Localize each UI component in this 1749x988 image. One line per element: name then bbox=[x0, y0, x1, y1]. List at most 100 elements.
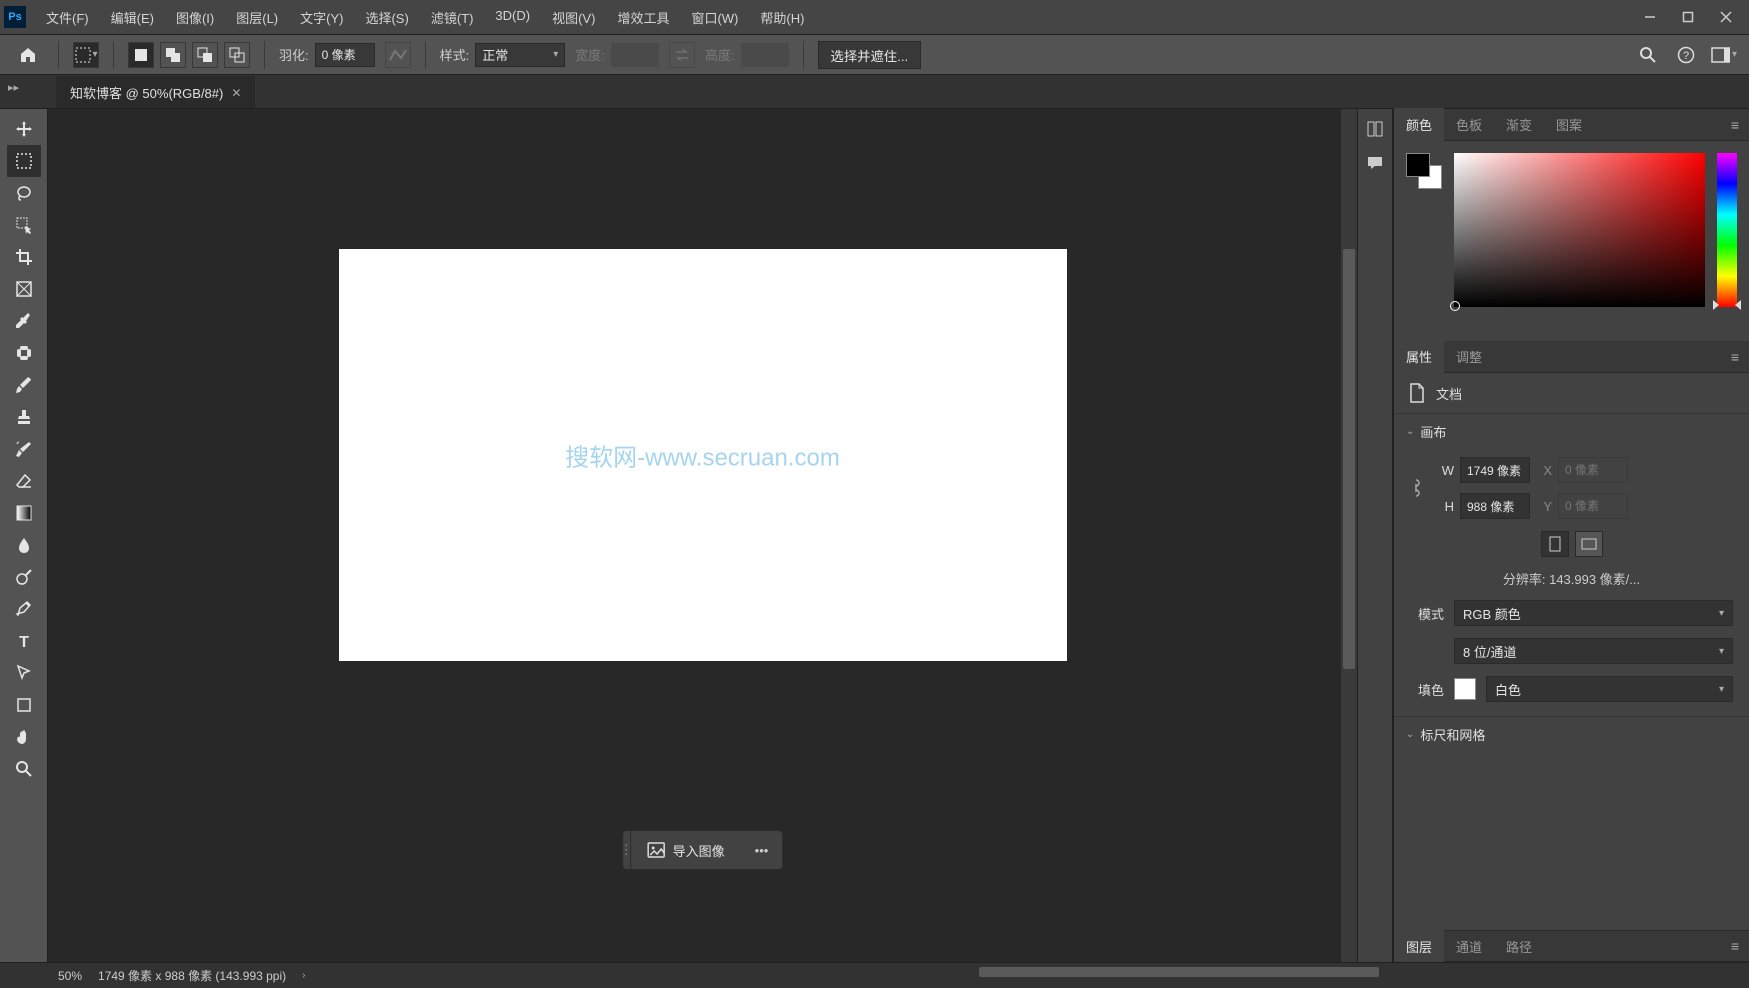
horizontal-scrollbar[interactable] bbox=[789, 967, 1389, 981]
selection-intersect-icon[interactable] bbox=[224, 42, 250, 68]
history-brush-tool[interactable] bbox=[7, 433, 41, 465]
tab-layers[interactable]: 图层 bbox=[1394, 930, 1444, 963]
tab-close-icon[interactable]: ✕ bbox=[231, 86, 241, 100]
color-panel-tabs: 颜色 色板 渐变 图案 ≡ bbox=[1394, 109, 1749, 141]
x-label: X bbox=[1536, 463, 1552, 478]
menu-plugins[interactable]: 增效工具 bbox=[607, 4, 679, 31]
color-panel-body bbox=[1394, 141, 1749, 341]
dodge-tool[interactable] bbox=[7, 561, 41, 593]
menu-view[interactable]: 视图(V) bbox=[542, 4, 605, 31]
width-input bbox=[611, 43, 659, 67]
menu-image[interactable]: 图像(I) bbox=[166, 4, 224, 31]
swap-wh-icon bbox=[669, 42, 695, 68]
zoom-level[interactable]: 50% bbox=[58, 969, 82, 983]
home-button[interactable] bbox=[12, 39, 44, 71]
comments-icon[interactable] bbox=[1361, 149, 1389, 177]
document-icon bbox=[1408, 383, 1426, 403]
panel-icon-1[interactable] bbox=[1361, 115, 1389, 143]
close-button[interactable] bbox=[1707, 3, 1745, 31]
more-options-icon[interactable]: ••• bbox=[741, 831, 783, 869]
tab-swatches[interactable]: 色板 bbox=[1444, 108, 1494, 141]
eraser-tool[interactable] bbox=[7, 465, 41, 497]
crop-tool[interactable] bbox=[7, 241, 41, 273]
props-panel-menu-icon[interactable]: ≡ bbox=[1727, 345, 1743, 369]
maximize-button[interactable] bbox=[1669, 3, 1707, 31]
status-flyout-icon[interactable]: › bbox=[302, 970, 305, 981]
layers-panel-menu-icon[interactable]: ≡ bbox=[1727, 934, 1743, 958]
fill-select[interactable]: 白色▾ bbox=[1486, 676, 1733, 702]
orientation-portrait-button[interactable] bbox=[1541, 531, 1569, 557]
type-tool[interactable]: T bbox=[7, 625, 41, 657]
search-icon[interactable] bbox=[1635, 42, 1661, 68]
pen-tool[interactable] bbox=[7, 593, 41, 625]
shape-tool[interactable] bbox=[7, 689, 41, 721]
menu-help[interactable]: 帮助(H) bbox=[750, 4, 814, 31]
tab-paths[interactable]: 路径 bbox=[1494, 930, 1544, 963]
menu-select[interactable]: 选择(S) bbox=[355, 4, 418, 31]
ps-logo: Ps bbox=[4, 6, 26, 28]
document-tab[interactable]: 知软博客 @ 50%(RGB/8#) ✕ bbox=[56, 76, 255, 108]
bit-depth-select[interactable]: 8 位/通道▾ bbox=[1454, 638, 1733, 664]
hand-tool[interactable] bbox=[7, 721, 41, 753]
color-panel-menu-icon[interactable]: ≡ bbox=[1727, 113, 1743, 137]
canvas-width-input[interactable] bbox=[1460, 457, 1530, 483]
select-and-mask-button[interactable]: 选择并遮住... bbox=[818, 41, 922, 69]
canvas[interactable]: 搜软网-www.secruan.com bbox=[339, 249, 1067, 661]
menu-layer[interactable]: 图层(L) bbox=[226, 4, 288, 31]
lasso-tool[interactable] bbox=[7, 177, 41, 209]
selection-new-icon[interactable] bbox=[128, 42, 154, 68]
feather-label: 羽化: bbox=[279, 45, 309, 64]
menu-bar: Ps 文件(F) 编辑(E) 图像(I) 图层(L) 文字(Y) 选择(S) 滤… bbox=[0, 0, 1749, 35]
right-panels: 颜色 色板 渐变 图案 ≡ 属性 调整 ≡ 文档 bbox=[1393, 109, 1749, 962]
workspace-icon[interactable]: ▾ bbox=[1711, 42, 1737, 68]
minimize-button[interactable] bbox=[1631, 3, 1669, 31]
antialias-icon[interactable] bbox=[385, 42, 411, 68]
menu-window[interactable]: 窗口(W) bbox=[681, 4, 748, 31]
canvas-height-input[interactable] bbox=[1460, 493, 1530, 519]
eyedropper-tool[interactable] bbox=[7, 305, 41, 337]
blur-tool[interactable] bbox=[7, 529, 41, 561]
frame-tool[interactable] bbox=[7, 273, 41, 305]
current-tool-indicator[interactable]: ▾ bbox=[73, 42, 99, 68]
tab-color[interactable]: 颜色 bbox=[1394, 108, 1444, 141]
help-icon[interactable]: ? bbox=[1673, 42, 1699, 68]
expand-panels-left-icon[interactable]: ▸▸ bbox=[8, 81, 19, 94]
path-select-tool[interactable] bbox=[7, 657, 41, 689]
menu-3d[interactable]: 3D(D) bbox=[485, 4, 540, 31]
style-select[interactable]: 正常▾ bbox=[475, 43, 565, 67]
marquee-tool[interactable] bbox=[7, 145, 41, 177]
menu-edit[interactable]: 编辑(E) bbox=[101, 4, 164, 31]
zoom-tool[interactable] bbox=[7, 753, 41, 785]
rulers-section-header[interactable]: ⌄ 标尺和网格 bbox=[1394, 717, 1749, 752]
foreground-background-swatch[interactable] bbox=[1406, 153, 1442, 189]
selection-subtract-icon[interactable] bbox=[192, 42, 218, 68]
import-image-button[interactable]: 导入图像 bbox=[631, 831, 741, 869]
menu-filter[interactable]: 滤镜(T) bbox=[421, 4, 484, 31]
brush-tool[interactable] bbox=[7, 369, 41, 401]
tab-adjustments[interactable]: 调整 bbox=[1444, 340, 1494, 373]
canvas-section-header[interactable]: ⌄ 画布 bbox=[1394, 414, 1749, 449]
fill-color-swatch[interactable] bbox=[1454, 678, 1476, 700]
canvas-area[interactable]: 搜软网-www.secruan.com ⋮ 导入图像 ••• bbox=[48, 109, 1357, 962]
tab-properties[interactable]: 属性 bbox=[1394, 340, 1444, 373]
tab-gradients[interactable]: 渐变 bbox=[1494, 108, 1544, 141]
quick-select-tool[interactable] bbox=[7, 209, 41, 241]
orientation-landscape-button[interactable] bbox=[1575, 531, 1603, 557]
tab-patterns[interactable]: 图案 bbox=[1544, 108, 1594, 141]
gradient-tool[interactable] bbox=[7, 497, 41, 529]
foreground-swatch[interactable] bbox=[1406, 153, 1430, 177]
selection-add-icon[interactable] bbox=[160, 42, 186, 68]
stamp-tool[interactable] bbox=[7, 401, 41, 433]
tab-channels[interactable]: 通道 bbox=[1444, 930, 1494, 963]
link-dimensions-icon[interactable] bbox=[1410, 477, 1422, 499]
hue-slider[interactable] bbox=[1717, 153, 1737, 307]
drag-handle-icon[interactable]: ⋮ bbox=[623, 831, 631, 869]
move-tool[interactable] bbox=[7, 113, 41, 145]
menu-type[interactable]: 文字(Y) bbox=[290, 4, 353, 31]
feather-input[interactable] bbox=[315, 43, 375, 67]
color-mode-select[interactable]: RGB 颜色▾ bbox=[1454, 600, 1733, 626]
healing-tool[interactable] bbox=[7, 337, 41, 369]
menu-file[interactable]: 文件(F) bbox=[36, 4, 99, 31]
saturation-value-picker[interactable] bbox=[1454, 153, 1705, 307]
vertical-scrollbar[interactable] bbox=[1341, 109, 1357, 962]
